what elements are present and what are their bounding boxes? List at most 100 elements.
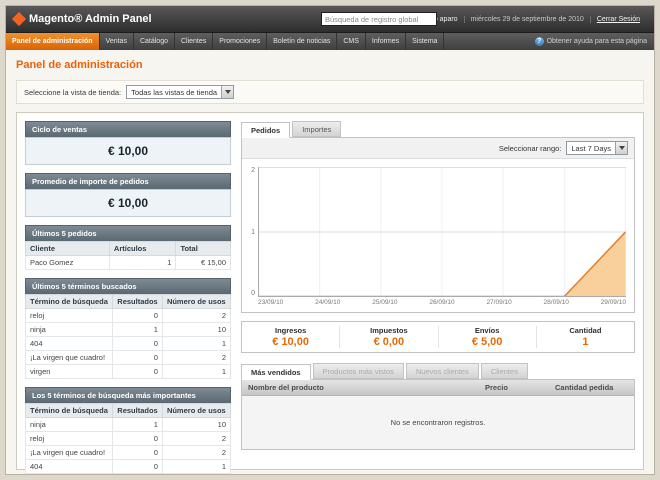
brand-title: Magento® Admin Panel [29, 13, 152, 25]
table-cell: 404 [26, 337, 113, 351]
table-row[interactable]: reloj02 [26, 309, 231, 323]
table-row[interactable]: 40401 [26, 337, 231, 351]
x-tick-label: 25/09/10 [372, 299, 397, 306]
dashboard: Ciclo de ventas € 10,00 Promedio de impo… [16, 112, 644, 470]
table-cell: 1 [162, 460, 230, 474]
nav-item-cms[interactable]: CMS [337, 33, 366, 50]
store-view-select[interactable]: Todas las vistas de tienda [126, 85, 234, 99]
top-search-terms-panel: Los 5 términos de búsqueda más important… [25, 387, 231, 474]
panel-title: Promedio de importe de pedidos [25, 173, 231, 189]
nav-item-promociones[interactable]: Promociones [213, 33, 267, 50]
x-tick-label: 27/09/10 [486, 299, 511, 306]
top-header: Magento® Admin Panel Accedió como aparo … [6, 6, 654, 32]
last-orders-table-container: ClienteArtículosTotalPaco Gomez1€ 15,00 [25, 241, 231, 270]
x-tick-label: 29/09/10 [601, 299, 626, 306]
table-cell: 1 [109, 256, 176, 270]
stat-ingresos: Ingresos€ 10,00 [242, 326, 339, 348]
tab-importes[interactable]: Importes [292, 121, 341, 137]
stat-label: Ingresos [242, 326, 339, 335]
last-search-table-container: Término de búsquedaResultadosNúmero de u… [25, 294, 231, 379]
table-cell: 0 [113, 460, 163, 474]
nav-item-clientes[interactable]: Clientes [175, 33, 213, 50]
table-row[interactable]: ninja110 [26, 323, 231, 337]
tab-nuevos-clientes: Nuevos clientes [406, 363, 479, 379]
table-cell: virgen [26, 365, 113, 379]
table-cell: 2 [162, 351, 230, 365]
nav-item-catalogo[interactable]: Catálogo [134, 33, 175, 50]
last-orders-panel: Últimos 5 pedidos ClienteArtículosTotalP… [25, 225, 231, 270]
chart-y-labels: 210 [246, 167, 258, 297]
table-cell: ninja [26, 323, 113, 337]
grid-column-header: Precio [479, 380, 549, 395]
tab-mas-vendidos[interactable]: Más vendidos [241, 364, 311, 380]
table-row[interactable]: virgen01 [26, 365, 231, 379]
column-header: Resultados [113, 295, 163, 309]
table-cell: 2 [162, 432, 230, 446]
table-row[interactable]: reloj02 [26, 432, 231, 446]
table-row[interactable]: 40401 [26, 460, 231, 474]
bestsellers-grid: Nombre del productoPrecioCantidad pedida… [241, 379, 635, 450]
page-help-link[interactable]: ? Obtener ayuda para esta página [528, 33, 654, 50]
x-tick-label: 28/09/10 [544, 299, 569, 306]
panel-title: Ciclo de ventas [25, 121, 231, 137]
column-header: Término de búsqueda [26, 295, 113, 309]
tab-pedidos[interactable]: Pedidos [241, 122, 290, 138]
table-cell: virge [26, 474, 113, 475]
store-view-label: Seleccione la vista de tienda: [24, 88, 121, 97]
nav-item-sistema[interactable]: Sistema [406, 33, 444, 50]
table-cell: reloj [26, 309, 113, 323]
table-cell: 1 [162, 365, 230, 379]
orders-chart-panel: Seleccionar rango: Last 7 Days 210 23/09… [241, 137, 635, 313]
column-header: Resultados [113, 404, 163, 418]
x-tick-label: 23/09/10 [258, 299, 283, 306]
table-cell: 1 [113, 418, 163, 432]
y-tick-label: 1 [251, 229, 255, 236]
table-cell: € 15,00 [176, 256, 231, 270]
dashboard-left-column: Ciclo de ventas € 10,00 Promedio de impo… [25, 121, 231, 461]
table-cell: 0 [113, 337, 163, 351]
main-nav-items: Panel de administraciónVentasCatálogoCli… [6, 33, 444, 50]
table-cell: ninja [26, 418, 113, 432]
table-row[interactable]: virge01 [26, 474, 231, 475]
nav-item-ventas[interactable]: Ventas [100, 33, 134, 50]
nav-item-boletin-de-noticias[interactable]: Boletín de noticias [267, 33, 337, 50]
dashboard-table: ClienteArtículosTotalPaco Gomez1€ 15,00 [25, 241, 231, 270]
nav-item-panel-de-administracion[interactable]: Panel de administración [6, 33, 100, 50]
page-title: Panel de administración [16, 59, 644, 71]
tab-productos-mas-vistos: Productos más vistos [313, 363, 404, 379]
stat-label: Envíos [439, 326, 536, 335]
chart-plot: 23/09/1024/09/1025/09/1026/09/1027/09/10… [258, 167, 626, 312]
stat-impuestos: Impuestos€ 0,00 [339, 326, 437, 348]
table-cell: 1 [162, 337, 230, 351]
stat-value: € 10,00 [242, 336, 339, 348]
table-cell: 0 [113, 351, 163, 365]
chevron-down-icon [221, 86, 233, 98]
dashboard-main-column: PedidosImportes Seleccionar rango: Last … [241, 121, 635, 461]
magento-admin-window: Magento® Admin Panel Accedió como aparo … [5, 5, 655, 475]
stat-label: Cantidad [537, 326, 634, 335]
range-label: Seleccionar rango: [499, 144, 562, 153]
table-row[interactable]: ninja110 [26, 418, 231, 432]
table-cell: Paco Gomez [26, 256, 110, 270]
range-bar: Seleccionar rango: Last 7 Days [242, 138, 634, 159]
x-tick-label: 24/09/10 [315, 299, 340, 306]
magento-logo-icon [12, 12, 26, 26]
lifetime-sales-panel: Ciclo de ventas € 10,00 [25, 121, 231, 165]
table-row[interactable]: ¡La virgen que cuadro!02 [26, 351, 231, 365]
table-row[interactable]: ¡La virgen que cuadro!02 [26, 446, 231, 460]
logout-link[interactable]: Cerrar Sesión [590, 16, 646, 23]
nav-item-informes[interactable]: Informes [366, 33, 406, 50]
brand: Magento® Admin Panel [14, 13, 152, 25]
dashboard-table: Término de búsquedaResultadosNúmero de u… [25, 294, 231, 379]
global-search-input[interactable] [321, 12, 437, 26]
column-header: Cliente [26, 242, 110, 256]
table-cell: 2 [162, 309, 230, 323]
panel-title: Últimos 5 pedidos [25, 225, 231, 241]
table-row[interactable]: Paco Gomez1€ 15,00 [26, 256, 231, 270]
table-cell: 0 [113, 446, 163, 460]
top-search-table-container: Término de búsquedaResultadosNúmero de u… [25, 403, 231, 474]
average-orders-panel: Promedio de importe de pedidos € 10,00 [25, 173, 231, 217]
stat-envios: Envíos€ 5,00 [438, 326, 536, 348]
table-cell: 10 [162, 418, 230, 432]
range-select[interactable]: Last 7 Days [566, 141, 628, 155]
